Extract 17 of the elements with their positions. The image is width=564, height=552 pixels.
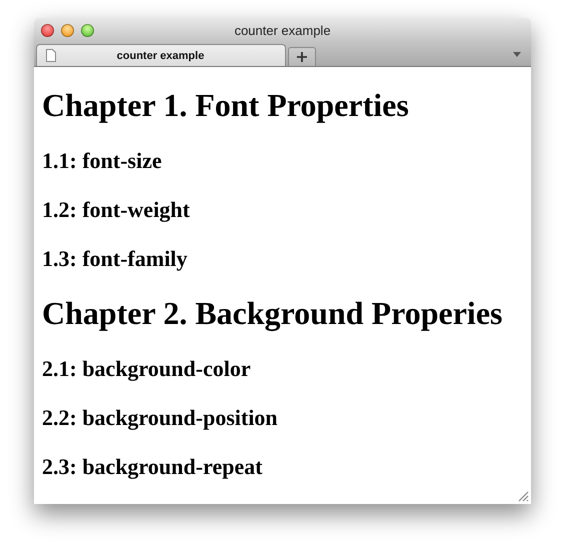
document-icon xyxy=(46,49,56,62)
chapter-heading: Chapter 1. Font Properties xyxy=(42,87,410,124)
close-button[interactable] xyxy=(41,24,54,36)
dropdown-caret-icon[interactable] xyxy=(513,52,521,57)
chapter-heading: Chapter 2. Background Properies xyxy=(42,295,504,332)
section-heading: 2.3: background-repeat xyxy=(42,454,264,479)
minimize-button[interactable] xyxy=(61,24,74,36)
section-heading: 1.2: font-weight xyxy=(42,197,191,222)
section-heading: 1.1: font-size xyxy=(42,148,163,173)
resize-grip-icon[interactable] xyxy=(518,491,529,502)
window-title: counter example xyxy=(234,22,331,38)
browser-tab[interactable]: counter example xyxy=(36,44,286,66)
section-heading: 2.1: background-color xyxy=(42,356,252,381)
new-tab-button[interactable]: + xyxy=(288,47,316,66)
section-heading: 2.2: background-position xyxy=(42,405,279,430)
zoom-button[interactable] xyxy=(81,24,94,36)
section-heading: 1.3: font-family xyxy=(42,246,188,271)
